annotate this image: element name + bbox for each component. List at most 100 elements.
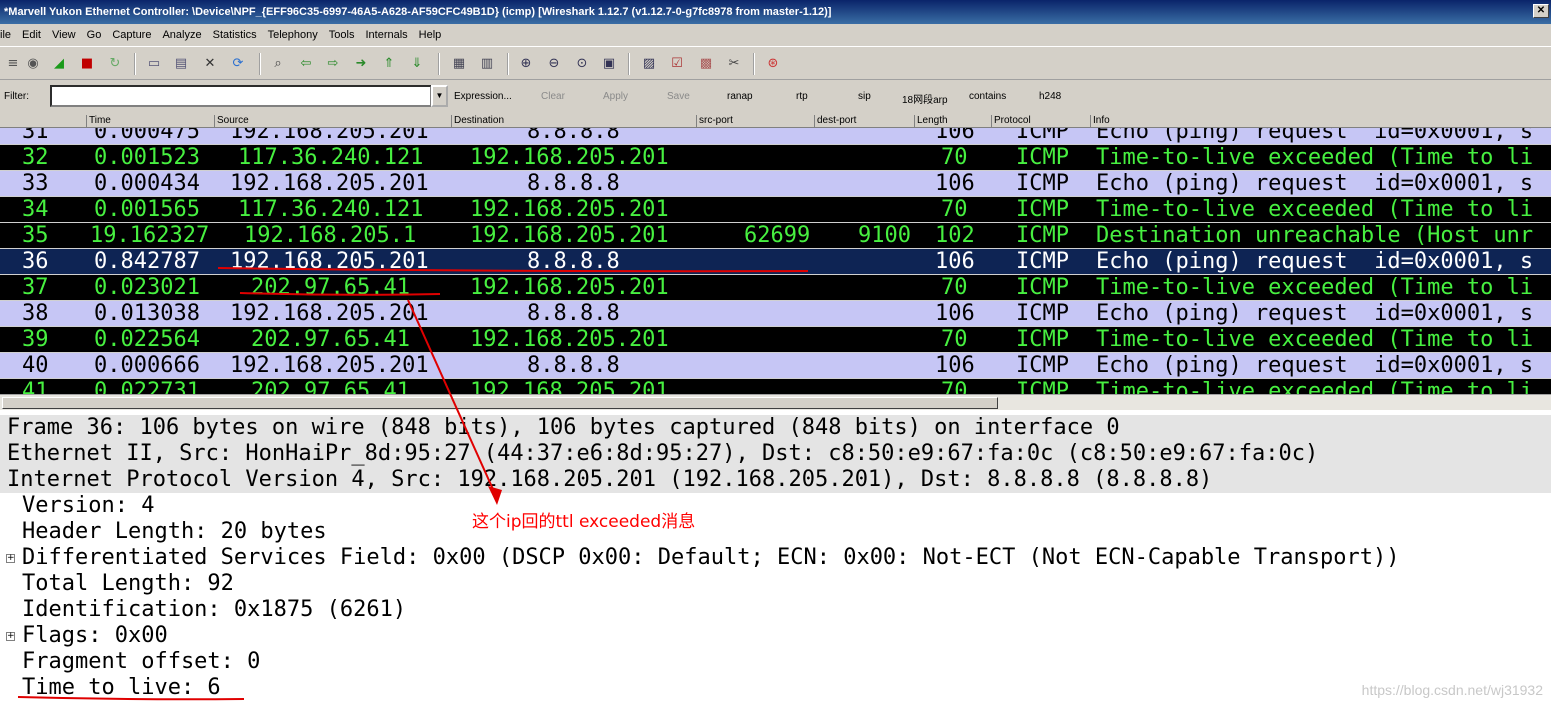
packet-cell-proto: ICMP [1016,145,1069,170]
go-first-icon[interactable]: ⇑ [380,55,398,73]
ip-field[interactable]: Time to live: 6 [22,675,221,701]
packet-row[interactable]: 32 0.001523 117.36.240.121 192.168.205.201 7… [0,145,1551,171]
expand-icon[interactable]: + [6,632,15,641]
menu-item-ile[interactable]: ile [0,24,11,46]
zoom-normal-icon[interactable]: ⊙ [573,55,591,73]
go-forward-icon[interactable]: ⇨ [324,55,342,73]
display-filters-icon[interactable]: ☑ [668,55,686,73]
packet-row[interactable]: 41 0.022731 202.97.65.41 192.168.205.201 70 I… [0,379,1551,394]
menu-item-telephony[interactable]: Telephony [268,24,318,46]
autoscroll-icon[interactable]: ▥ [478,55,496,73]
filter-button-8[interactable]: contains [969,91,1006,102]
packet-row[interactable]: 34 0.001565 117.36.240.121 192.168.205.201 7… [0,197,1551,223]
packet-cell-src: 202.97.65.41 [251,379,410,394]
packet-cell-len: 106 [935,128,975,144]
filter-button-6[interactable]: sip [858,91,871,102]
ethernet-summary[interactable]: Ethernet II, Src: HonHaiPr_8d:95:27 (44:… [0,441,1551,467]
find-icon[interactable]: ⌕ [269,55,287,73]
filter-button-1[interactable]: Clear [541,91,565,102]
filter-button-0[interactable]: Expression... [454,91,512,102]
packet-row[interactable]: 31 0.000475 192.168.205.201 8.8.8.8 106 ICMP E… [0,128,1551,145]
restart-capture-icon[interactable]: ↻ [106,55,124,73]
filter-button-2[interactable]: Apply [603,91,628,102]
help-icon[interactable]: ⊛ [764,55,782,73]
menu-item-edit[interactable]: Edit [22,24,41,46]
close-window-icon[interactable]: ✕ [1533,4,1549,18]
filter-button-3[interactable]: Save [667,91,690,102]
coloring-rules-icon[interactable]: ▩ [697,55,715,73]
menu-item-help[interactable]: Help [419,24,442,46]
packet-row[interactable]: 39 0.022564 202.97.65.41 192.168.205.201 70 I… [0,327,1551,353]
filter-button-4[interactable]: ranap [727,91,753,102]
menu-item-statistics[interactable]: Statistics [213,24,257,46]
menu-item-go[interactable]: Go [87,24,102,46]
column-header-src-port[interactable]: src-port [696,115,814,128]
packet-row[interactable]: 33 0.000434 192.168.205.201 8.8.8.8 106 ICMP E… [0,171,1551,197]
packet-cell-no: 32 [22,145,49,170]
packet-cell-proto: ICMP [1016,327,1069,352]
menu-item-tools[interactable]: Tools [329,24,355,46]
packet-cell-info: Echo (ping) request id=0x0001, s [1096,171,1534,196]
column-header-length[interactable]: Length [914,115,991,128]
packet-row[interactable]: 36 0.842787 192.168.205.201 8.8.8.8 106 ICMP E… [0,249,1551,275]
close-file-icon[interactable]: ✕ [201,55,219,73]
packet-cell-len: 106 [935,353,975,378]
packet-row[interactable]: 37 0.023021 202.97.65.41 192.168.205.201 70 I… [0,275,1551,301]
packet-cell-info: Time-to-live exceeded (Time to li [1096,327,1534,352]
filter-input[interactable] [50,85,432,107]
packet-row[interactable]: 38 0.013038 192.168.205.201 8.8.8.8 106 ICMP E… [0,301,1551,327]
menu-item-view[interactable]: View [52,24,76,46]
resize-columns-icon[interactable]: ▣ [600,55,618,73]
preferences-icon[interactable]: ✂ [725,55,743,73]
packet-cell-time: 0.013038 [94,301,200,326]
go-to-packet-icon[interactable]: ➜ [352,55,370,73]
packet-cell-len: 106 [935,171,975,196]
zoom-out-icon[interactable]: ⊖ [545,55,563,73]
packet-list[interactable]: 31 0.000475 192.168.205.201 8.8.8.8 106 ICMP E… [0,128,1551,394]
frame-summary[interactable]: Frame 36: 106 bytes on wire (848 bits), … [0,415,1551,441]
start-capture-icon[interactable]: ◢ [50,55,68,73]
column-header-time[interactable]: Time [86,115,214,128]
filter-button-9[interactable]: h248 [1039,91,1061,102]
packet-cell-dst: 192.168.205.201 [470,379,669,394]
ip-summary[interactable]: Internet Protocol Version 4, Src: 192.16… [0,467,1551,493]
packet-cell-src: 192.168.205.201 [230,301,429,326]
packet-cell-proto: ICMP [1016,249,1069,274]
colorize-icon[interactable]: ▦ [450,55,468,73]
interfaces-icon[interactable]: ≡ [4,55,22,73]
filter-button-5[interactable]: rtp [796,91,808,102]
options-icon[interactable]: ◉ [24,55,42,73]
packet-cell-dst: 8.8.8.8 [527,249,620,274]
expand-icon[interactable]: + [6,554,15,563]
column-header-info[interactable]: Info [1090,115,1551,128]
reload-icon[interactable]: ⟳ [229,55,247,73]
zoom-in-icon[interactable]: ⊕ [517,55,535,73]
packet-row[interactable]: 40 0.000666 192.168.205.201 8.8.8.8 106 ICMP E… [0,353,1551,379]
menu-item-analyze[interactable]: Analyze [162,24,201,46]
menu-item-capture[interactable]: Capture [112,24,151,46]
ip-field[interactable]: Flags: 0x00 [22,623,168,649]
filter-dropdown-icon[interactable]: ▼ [431,85,448,107]
save-file-icon[interactable]: ▤ [172,55,190,73]
ip-field[interactable]: Version: 4 [22,493,154,519]
menu-item-internals[interactable]: Internals [365,24,407,46]
ip-field[interactable]: Identification: 0x1875 (6261) [22,597,406,623]
open-file-icon[interactable]: ▭ [145,55,163,73]
stop-capture-icon[interactable]: ■ [78,55,96,73]
go-back-icon[interactable]: ⇦ [297,55,315,73]
column-header-protocol[interactable]: Protocol [991,115,1090,128]
ip-field[interactable]: Fragment offset: 0 [22,649,260,675]
ip-field[interactable]: Header Length: 20 bytes [22,519,327,545]
packet-row[interactable]: 35 19.162327 192.168.205.1 192.168.205.201 6… [0,223,1551,249]
ip-field[interactable]: Total Length: 92 [22,571,234,597]
packet-list-scrollbar[interactable] [0,394,1551,410]
packet-cell-time: 0.000434 [94,171,200,196]
column-header-dest-port[interactable]: dest-port [814,115,914,128]
filter-button-7[interactable]: 18网段arp [902,91,948,106]
capture-filters-icon[interactable]: ▨ [640,55,658,73]
go-last-icon[interactable]: ⇓ [408,55,426,73]
scrollbar-thumb[interactable] [2,397,998,409]
ip-field[interactable]: Differentiated Services Field: 0x00 (DSC… [22,545,1400,571]
column-header-source[interactable]: Source [214,115,451,128]
column-header-destination[interactable]: Destination [451,115,696,128]
